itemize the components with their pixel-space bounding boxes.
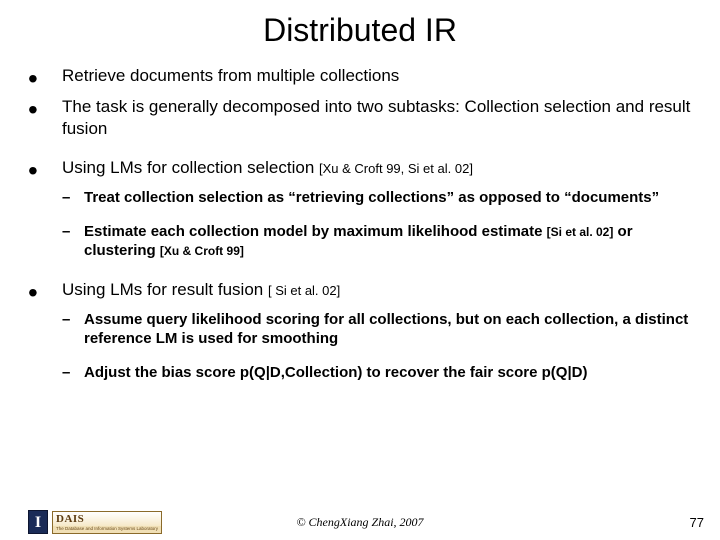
- dais-logo-subtext: The Database and Information Systems Lab…: [53, 526, 161, 533]
- sub-list: Treat collection selection as “retrievin…: [62, 188, 692, 261]
- sub-item: Estimate each collection model by maximu…: [62, 222, 692, 261]
- sub-text: Adjust the bias score p(Q|D,Collection) …: [84, 364, 587, 381]
- citation: [Xu & Croft 99]: [160, 244, 244, 258]
- sub-item: Treat collection selection as “retrievin…: [62, 188, 692, 208]
- page-number: 77: [690, 515, 704, 530]
- bullet-text: Using LMs for collection selection: [62, 158, 319, 177]
- sub-item: Adjust the bias score p(Q|D,Collection) …: [62, 363, 692, 383]
- copyright-text: © ChengXiang Zhai, 2007: [296, 515, 423, 530]
- bullet-item: The task is generally decomposed into tw…: [28, 96, 692, 139]
- sub-item: Assume query likelihood scoring for all …: [62, 310, 692, 349]
- citation: [Si et al. 02]: [547, 225, 614, 239]
- bullet-item: Retrieve documents from multiple collect…: [28, 65, 692, 86]
- illinois-logo-icon: I: [28, 510, 48, 534]
- bullet-list: Retrieve documents from multiple collect…: [28, 65, 692, 382]
- bullet-text: Using LMs for result fusion: [62, 280, 268, 299]
- dais-logo-text: DAIS: [53, 512, 161, 526]
- sub-list: Assume query likelihood scoring for all …: [62, 310, 692, 383]
- bullet-text: Retrieve documents from multiple collect…: [62, 66, 399, 85]
- bullet-text: The task is generally decomposed into tw…: [62, 97, 690, 137]
- citation: [ Si et al. 02]: [268, 283, 340, 298]
- dais-logo: DAIS The Database and Information System…: [52, 511, 162, 534]
- slide-title: Distributed IR: [28, 12, 692, 49]
- slide-footer: I DAIS The Database and Information Syst…: [0, 506, 720, 534]
- citation: [Xu & Croft 99, Si et al. 02]: [319, 161, 473, 176]
- bullet-item: Using LMs for collection selection [Xu &…: [28, 157, 692, 261]
- logo-block: I DAIS The Database and Information Syst…: [28, 510, 162, 534]
- bullet-item: Using LMs for result fusion [ Si et al. …: [28, 279, 692, 383]
- sub-text: Estimate each collection model by maximu…: [84, 223, 547, 240]
- sub-text: Treat collection selection as “retrievin…: [84, 189, 659, 206]
- sub-text: Assume query likelihood scoring for all …: [84, 311, 688, 348]
